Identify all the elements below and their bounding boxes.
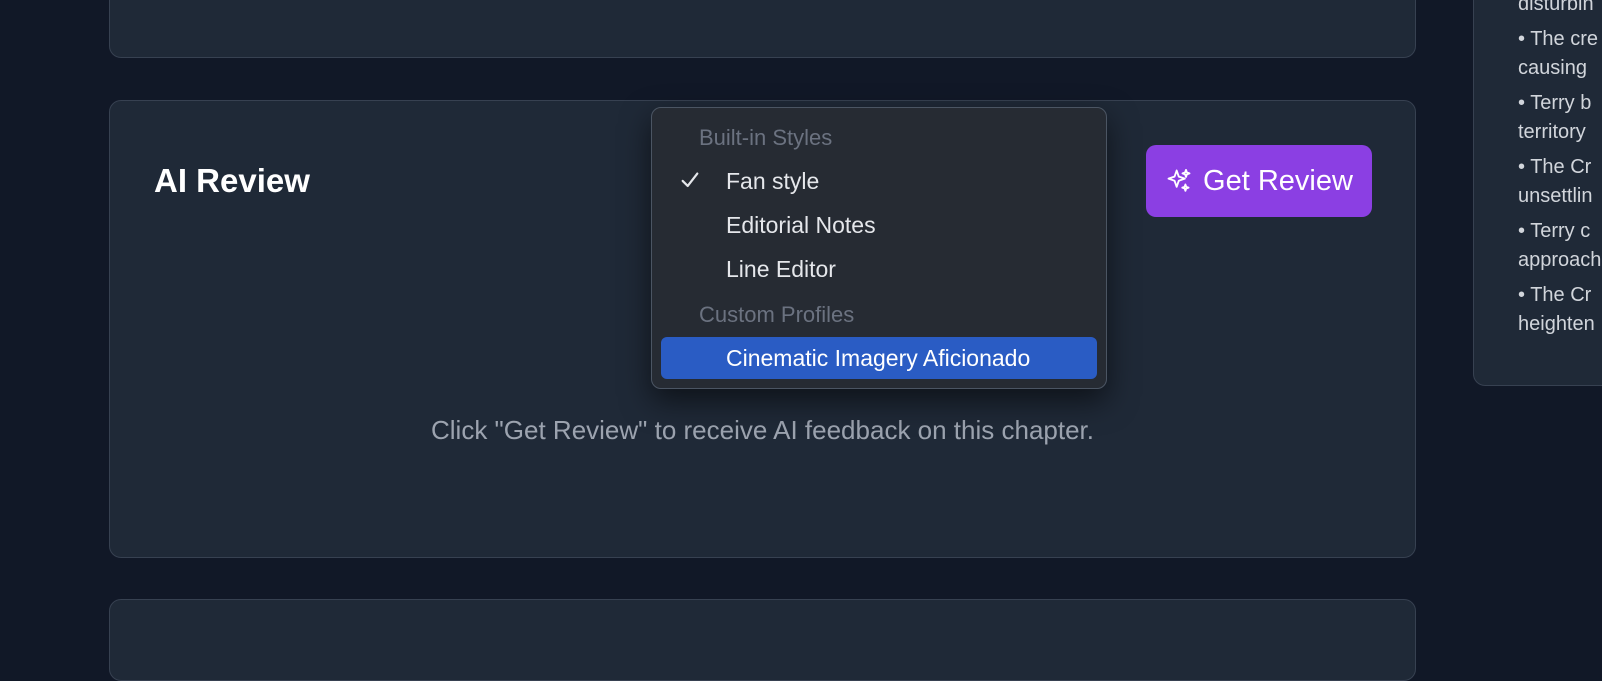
option-editorial-notes[interactable]: Editorial Notes	[661, 204, 1097, 246]
ai-review-title: AI Review	[154, 162, 310, 199]
empty-review-hint: Click "Get Review" to receive AI feedbac…	[431, 415, 1094, 445]
option-line-editor[interactable]: Line Editor	[661, 248, 1097, 290]
option-cinematic-imagery-aficionado[interactable]: Cinematic Imagery Aficionado	[661, 337, 1097, 379]
summary-line: disturbin	[1518, 0, 1594, 15]
summary-item: • Terry c approach	[1518, 220, 1602, 271]
summary-item: • The cre causing	[1518, 28, 1598, 79]
checkmark-icon	[681, 172, 699, 188]
option-label: Editorial Notes	[726, 211, 876, 238]
summary-item: • The Cr unsettlin	[1518, 156, 1593, 207]
summary-side-panel: disturbin • The cre causing • Terry b te…	[1473, 0, 1602, 386]
option-label: Cinematic Imagery Aficionado	[726, 344, 1031, 371]
option-label: Fan style	[726, 167, 820, 194]
custom-profiles-group-label: Custom Profiles	[699, 302, 855, 327]
sparkles-icon	[1167, 168, 1191, 192]
previous-card	[109, 0, 1416, 58]
option-fan-style[interactable]: Fan style	[661, 160, 1097, 202]
option-label: Line Editor	[726, 255, 836, 282]
summary-list: disturbin • The cre causing • Terry b te…	[1518, 0, 1601, 345]
get-review-button[interactable]: Get Review	[1146, 145, 1372, 217]
builtin-styles-group-label: Built-in Styles	[699, 125, 833, 150]
summary-item: • Terry b territory	[1518, 92, 1592, 143]
review-style-dropdown: Built-in Styles Fan style Editorial Note…	[651, 107, 1107, 389]
get-review-label: Get Review	[1203, 164, 1353, 197]
next-card	[109, 599, 1416, 681]
summary-item: • The Cr heighten	[1518, 284, 1595, 335]
